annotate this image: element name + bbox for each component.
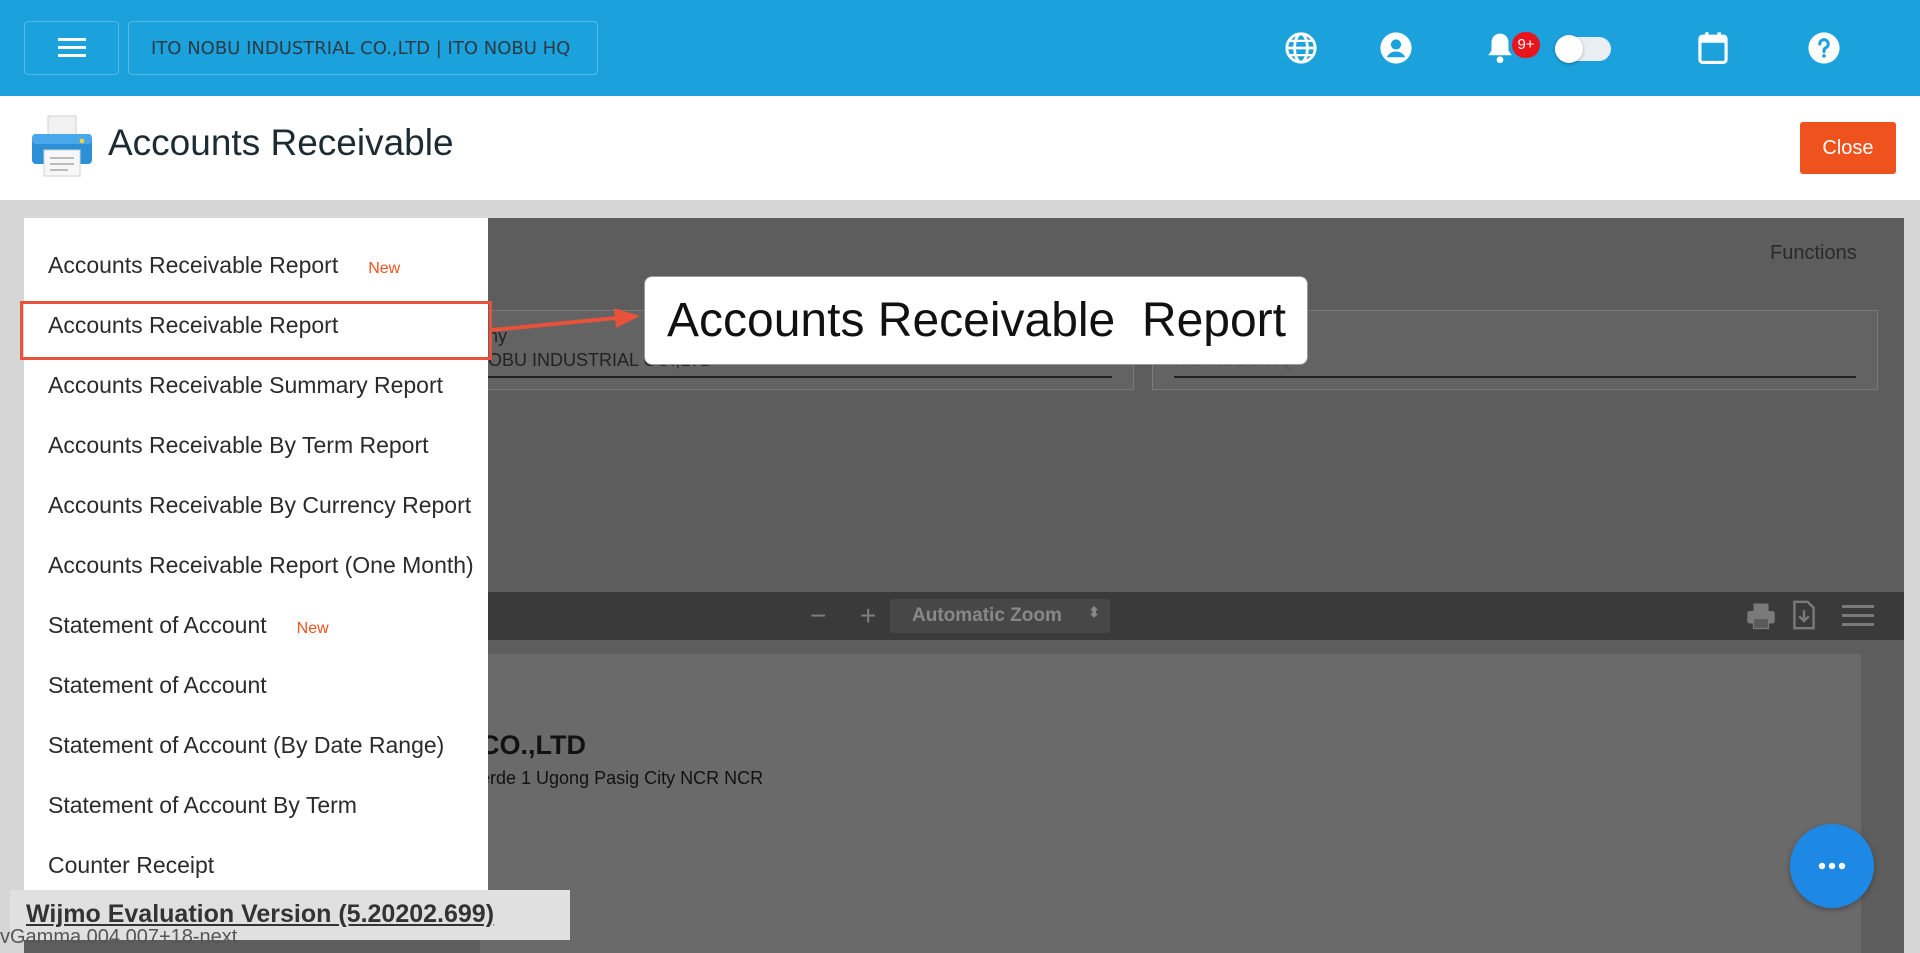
- select-arrows-icon: ⬍: [1088, 604, 1100, 620]
- menu-item-ar-report-new[interactable]: Accounts Receivable Report New: [48, 252, 400, 279]
- chat-fab-button[interactable]: [1790, 824, 1874, 908]
- help-icon[interactable]: [1806, 30, 1842, 66]
- functions-label[interactable]: Functions: [1770, 242, 1857, 265]
- new-badge: New: [296, 620, 329, 637]
- pdf-address: erde 1 Ugong Pasig City NCR NCR: [480, 768, 764, 788]
- menu-item-soa-new[interactable]: Statement of Account New: [48, 612, 329, 639]
- user-icon[interactable]: [1378, 30, 1414, 66]
- callout-label: Accounts Receivable Report: [644, 276, 1308, 365]
- zoom-select[interactable]: Automatic Zoom ⬍: [890, 599, 1110, 633]
- top-bar: ITO NOBU INDUSTRIAL CO.,LTD | ITO NOBU H…: [0, 0, 1920, 96]
- notification-badge: 9+: [1512, 32, 1540, 58]
- zoom-out-button[interactable]: −: [810, 600, 826, 632]
- pdf-company-name: CO.,LTD: [480, 730, 586, 760]
- close-button[interactable]: Close: [1800, 122, 1896, 174]
- pdf-toolbar: − + Automatic Zoom ⬍: [470, 592, 1904, 640]
- printer-icon: [32, 115, 92, 177]
- zoom-select-label: Automatic Zoom: [912, 605, 1062, 626]
- toggle-knob: [1555, 35, 1583, 63]
- zoom-in-button[interactable]: +: [860, 600, 876, 632]
- menu-item-soa-date-range[interactable]: Statement of Account (By Date Range): [48, 732, 444, 759]
- menu-item-counter-receipt[interactable]: Counter Receipt: [48, 852, 214, 879]
- page-header: Accounts Receivable Close: [0, 96, 1920, 200]
- highlight-box: [20, 301, 492, 360]
- menu-item-ar-by-currency[interactable]: Accounts Receivable By Currency Report: [48, 492, 471, 519]
- pdf-page: CO.,LTD erde 1 Ugong Pasig City NCR NCR: [480, 654, 1861, 953]
- globe-icon[interactable]: [1283, 30, 1319, 66]
- company-field-underline: [488, 376, 1112, 378]
- page-title: Accounts Receivable: [108, 122, 454, 163]
- menu-item-label: Accounts Receivable Report: [48, 252, 339, 278]
- more-menu-icon[interactable]: [1842, 604, 1874, 628]
- menu-item-label: Statement of Account: [48, 612, 267, 638]
- callout-arrow: [491, 308, 640, 332]
- menu-item-ar-one-month[interactable]: Accounts Receivable Report (One Month): [48, 552, 474, 579]
- menu-button[interactable]: [24, 21, 119, 75]
- download-icon[interactable]: [1792, 600, 1816, 630]
- calendar-icon[interactable]: [1695, 30, 1731, 66]
- menu-icon: [57, 38, 86, 57]
- company-selector[interactable]: ITO NOBU INDUSTRIAL CO.,LTD | ITO NOBU H…: [128, 21, 598, 75]
- version-label: vGamma.004.007+18-next: [0, 926, 238, 948]
- print-icon[interactable]: [1746, 602, 1776, 630]
- new-badge: New: [368, 260, 401, 277]
- menu-item-soa[interactable]: Statement of Account: [48, 672, 267, 699]
- menu-item-ar-summary[interactable]: Accounts Receivable Summary Report: [48, 372, 443, 399]
- menu-item-soa-by-term[interactable]: Statement of Account By Term: [48, 792, 357, 819]
- dark-mode-toggle[interactable]: [1555, 35, 1611, 63]
- moon-icon: [1620, 30, 1656, 66]
- ellipsis-icon: [1818, 862, 1846, 870]
- branch-field-underline: [1174, 376, 1856, 378]
- menu-item-ar-by-term[interactable]: Accounts Receivable By Term Report: [48, 432, 429, 459]
